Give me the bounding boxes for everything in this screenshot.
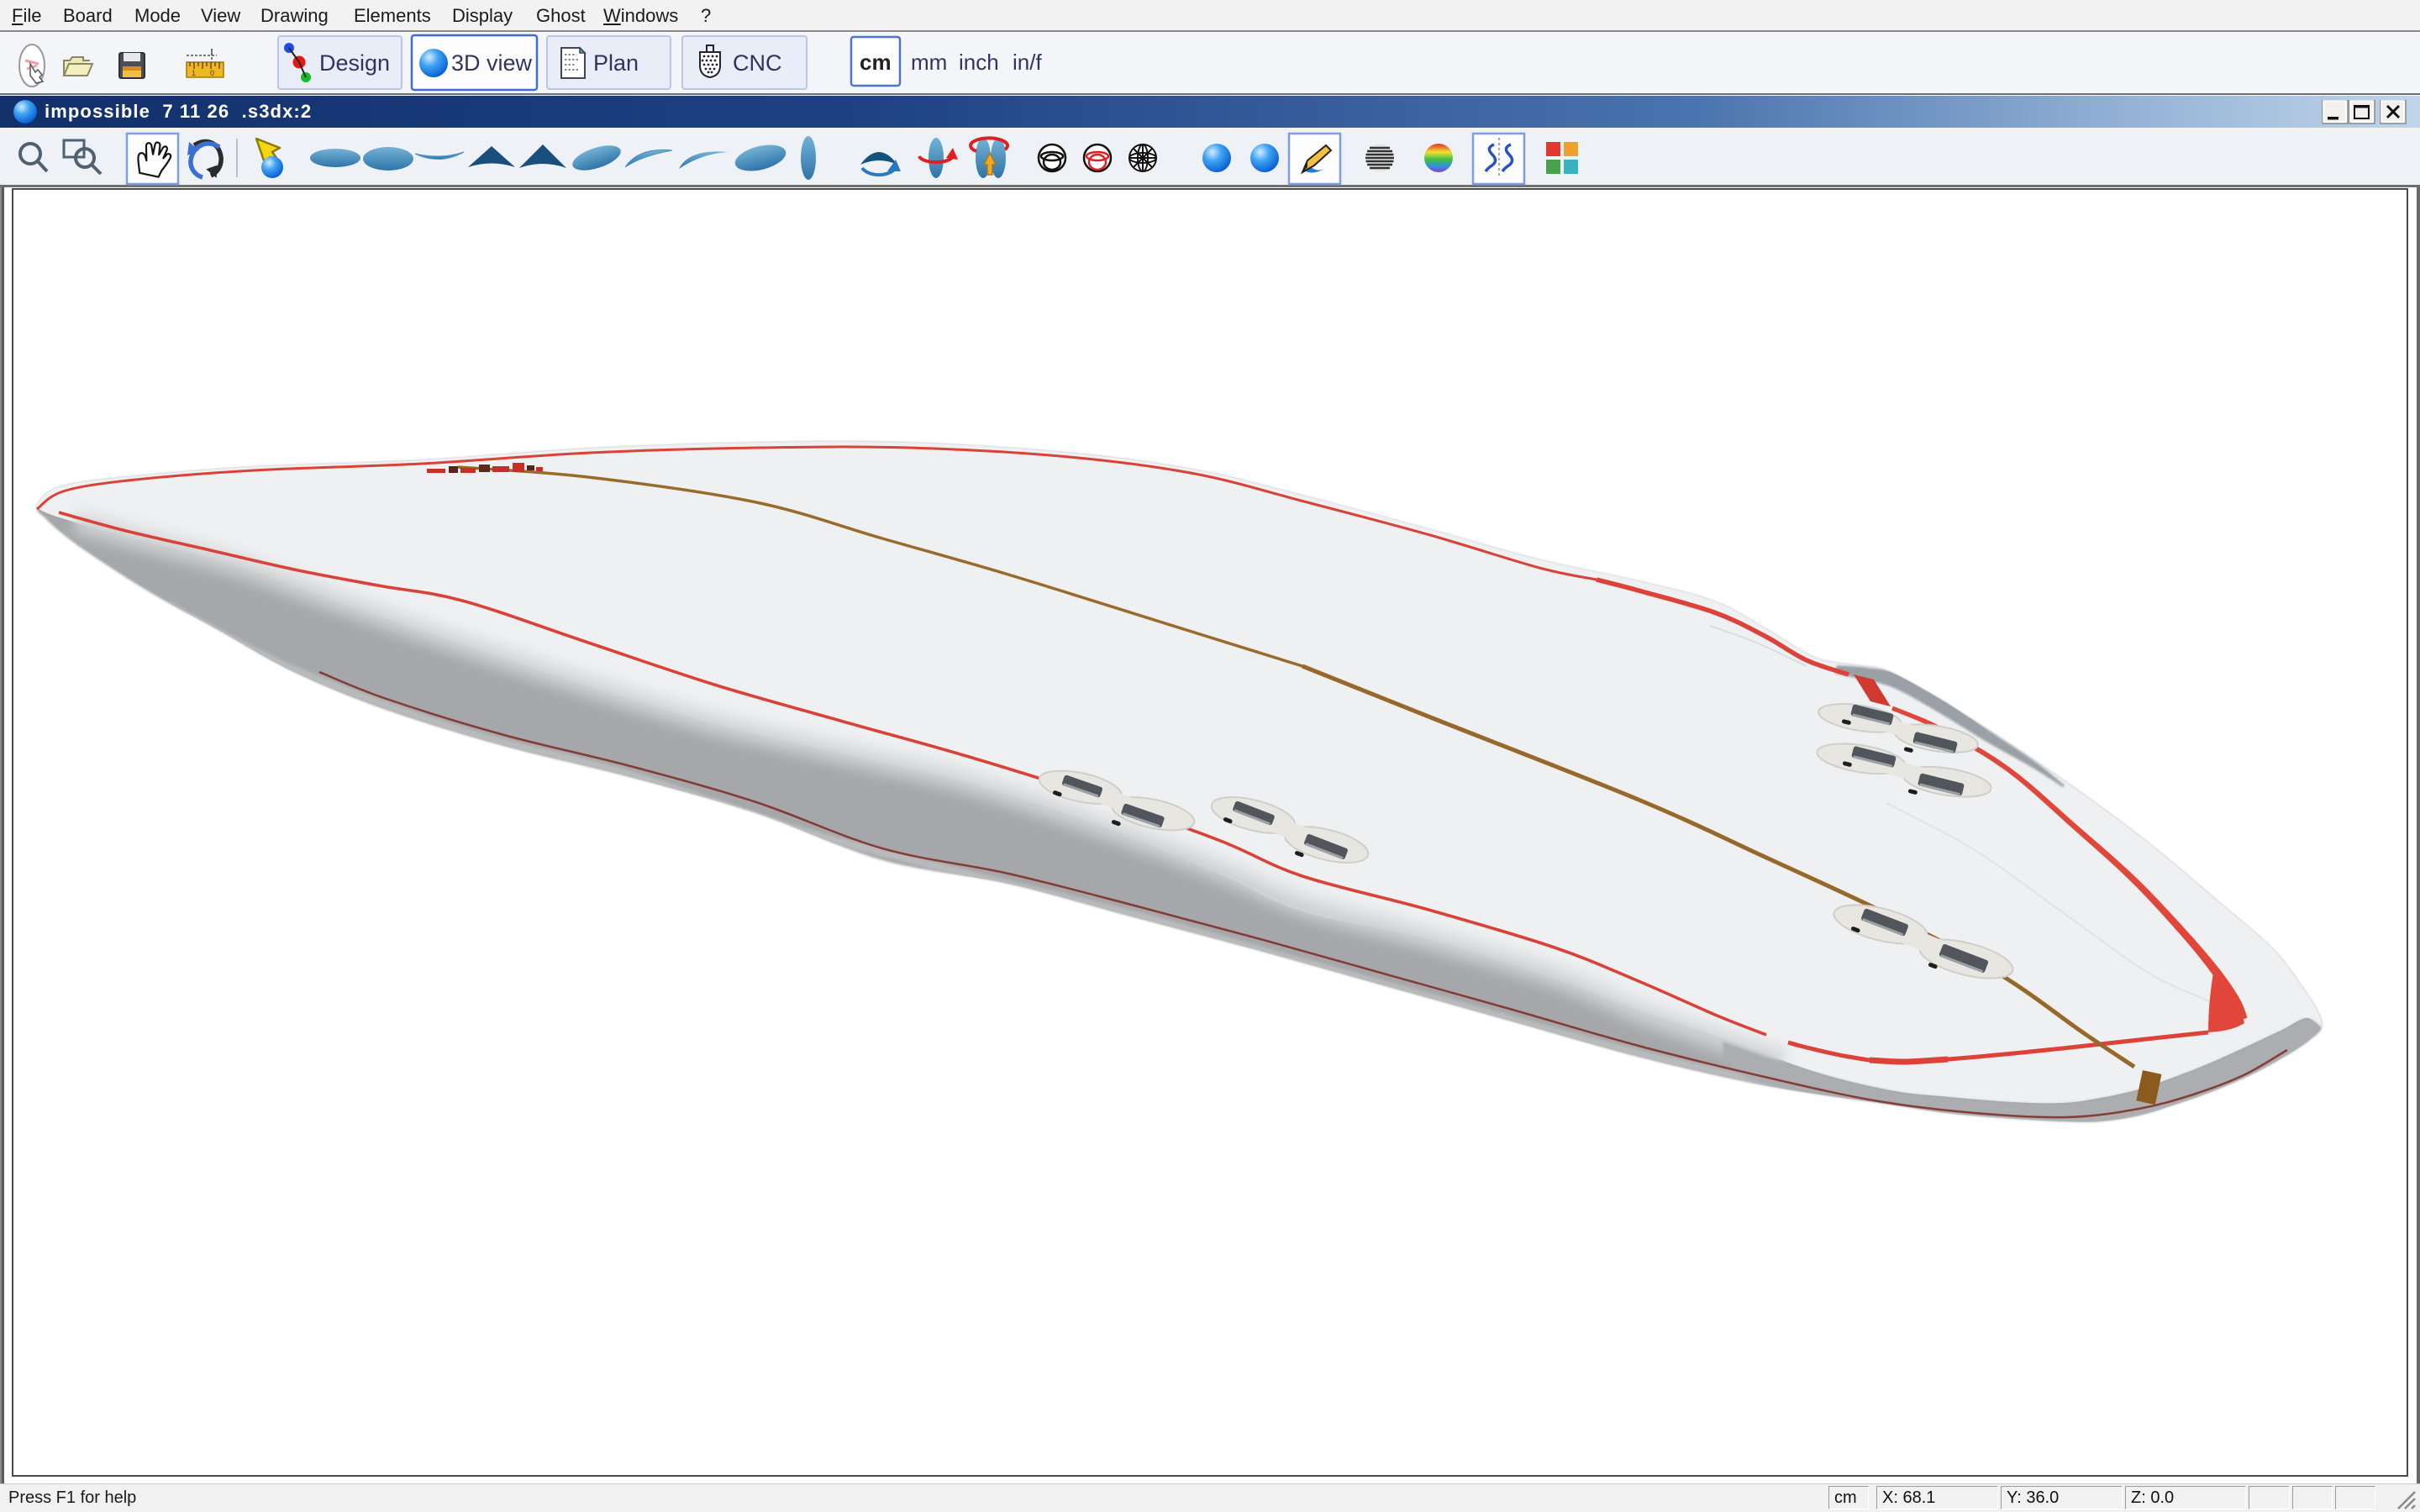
svg-text:CNC: CNC	[733, 50, 782, 76]
svg-text:1: 1	[192, 69, 196, 77]
svg-text:Design: Design	[319, 50, 390, 76]
svg-text:0: 0	[210, 69, 214, 77]
svg-text:mm: mm	[911, 50, 947, 75]
svg-text:cm: cm	[860, 50, 892, 75]
svg-text:inch: inch	[959, 50, 999, 75]
svg-text:3D view: 3D view	[451, 50, 533, 76]
svg-text:Plan: Plan	[593, 50, 639, 76]
svg-text:in/f: in/f	[1013, 50, 1042, 75]
